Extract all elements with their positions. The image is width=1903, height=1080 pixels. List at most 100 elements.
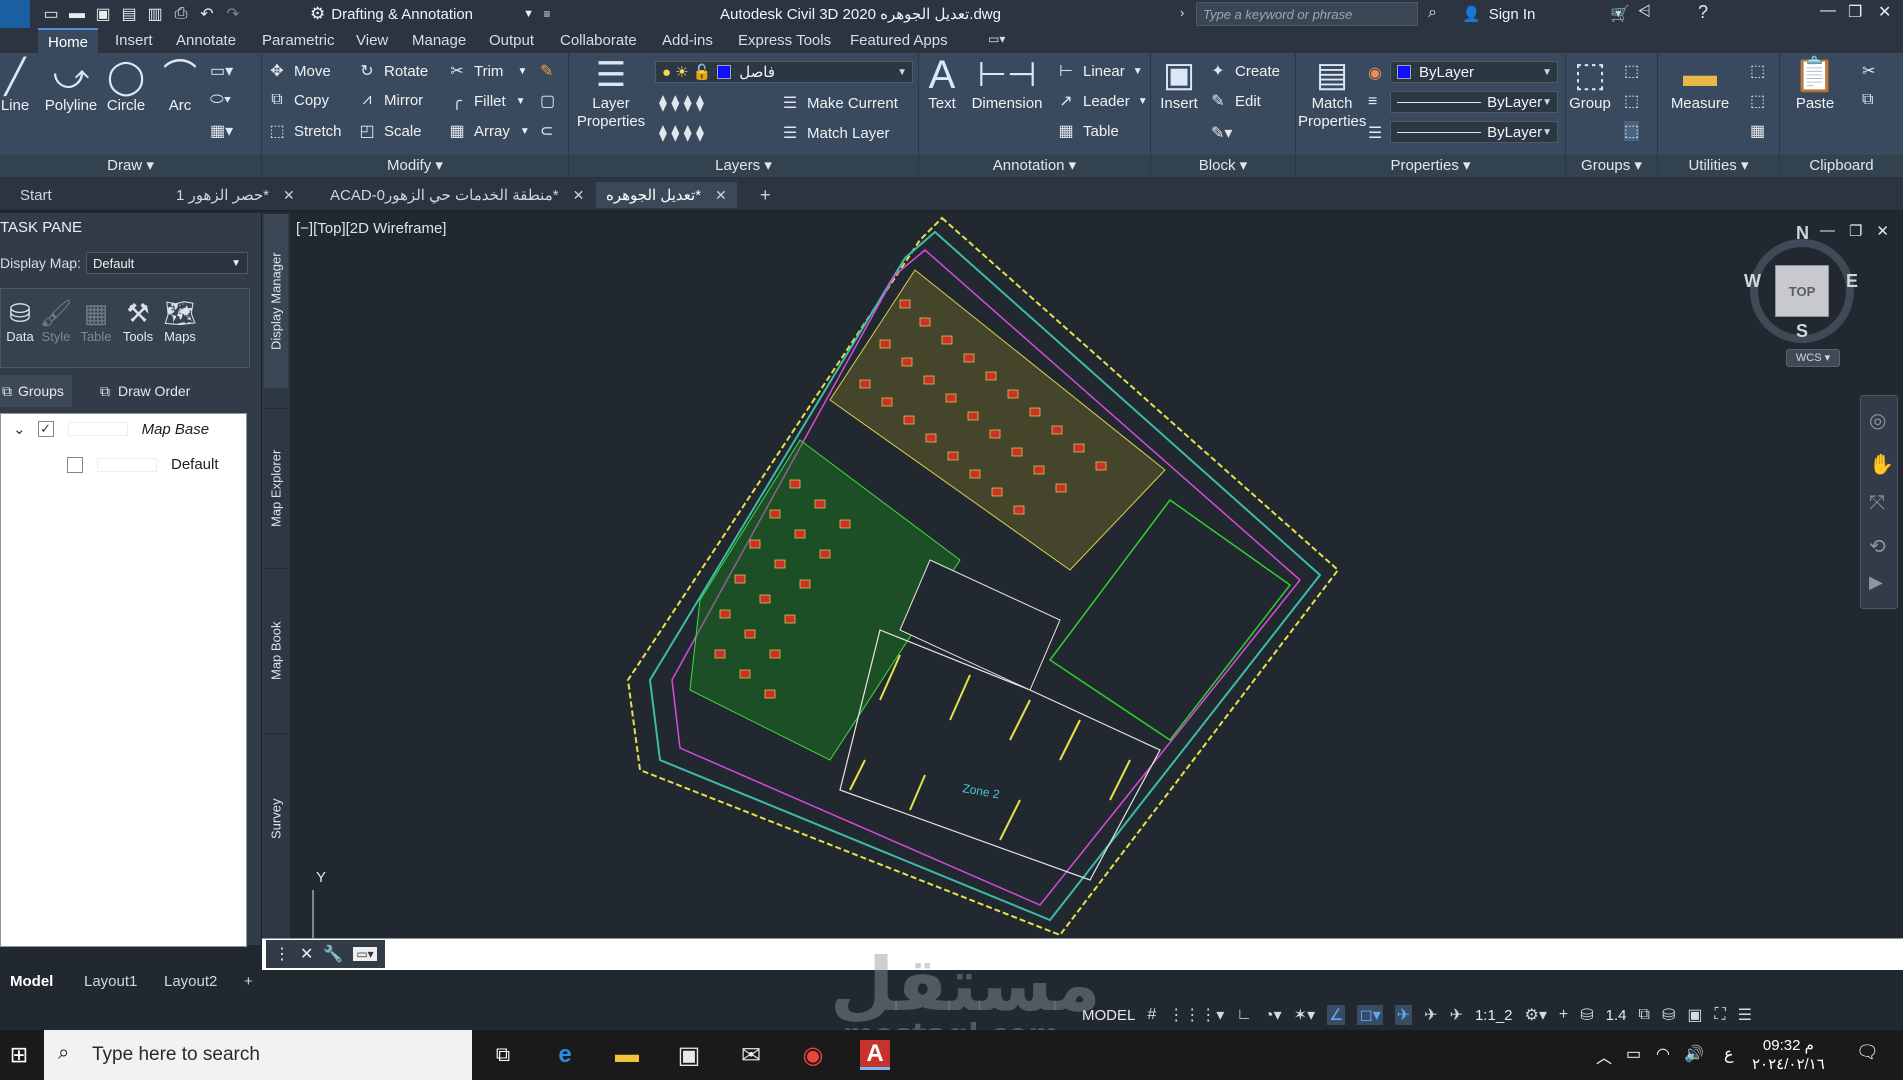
viewport-controls-label[interactable]: [−][Top][2D Wireframe]	[296, 220, 446, 237]
layer-tools-row-1-icon[interactable]: ⧫ ⧫ ⧫ ⧫	[659, 93, 704, 113]
save-as-icon[interactable]: ▤	[118, 4, 140, 24]
select-all-icon[interactable]: ⬚	[1750, 91, 1765, 111]
measure-button[interactable]: ▬ Measure	[1660, 55, 1740, 113]
array-button[interactable]: ▦ Array ▼	[446, 121, 529, 141]
layout-tab-model[interactable]: Model	[10, 973, 53, 990]
side-tab-map-explorer[interactable]: Map Explorer	[264, 408, 288, 568]
battery-icon[interactable]: ▭	[1626, 1044, 1641, 1064]
groups-panel-title[interactable]: Groups ▾	[1566, 155, 1657, 177]
close-tab-icon[interactable]: ✕	[283, 187, 295, 204]
rotate-button[interactable]: ↻ Rotate	[356, 61, 428, 81]
autodesk-a360-icon[interactable]: ⩤	[1638, 3, 1651, 21]
drawing-canvas[interactable]: Zone 2 Y TOP N S E W WCS ▾ ◎ ✋ ⤧ ⟲ ▶	[292, 213, 1903, 938]
tab-insert[interactable]: Insert	[115, 32, 153, 49]
add-layout-icon[interactable]: +	[244, 973, 253, 990]
close-viewport-icon[interactable]: ✕	[1876, 222, 1889, 240]
maps-tool[interactable]: 🗺 Maps	[161, 297, 199, 344]
modify-panel-title[interactable]: Modify ▾	[262, 155, 568, 177]
match-layer-button[interactable]: ☰ Match Layer	[779, 123, 890, 143]
block-panel-title[interactable]: Block ▾	[1151, 155, 1295, 177]
tab-add-ins[interactable]: Add-ins	[662, 32, 713, 49]
side-tab-survey[interactable]: Survey	[264, 733, 288, 903]
input-language[interactable]: ع	[1724, 1044, 1734, 1064]
layer-dropdown[interactable]: ● ☀ 🔓 فاصل ▼	[655, 61, 913, 83]
compass-north[interactable]: N	[1796, 223, 1809, 244]
table-tool[interactable]: ▦ Table	[77, 297, 115, 344]
quick-select-icon[interactable]: ⬚	[1750, 61, 1765, 81]
annotation-scale-icon[interactable]: ✈	[1450, 1005, 1463, 1025]
workspace-gear-icon[interactable]: ⚙▾	[1525, 1005, 1547, 1025]
layer-icon[interactable]: ⛁	[1580, 1005, 1593, 1025]
scale-button[interactable]: ◰ Scale	[356, 121, 421, 141]
customize-quick-access-icon[interactable]: ≡	[536, 4, 558, 24]
doc-tab-start[interactable]: Start	[10, 182, 62, 208]
auto-scale-icon[interactable]: ✈	[1424, 1005, 1437, 1025]
map-base-checkbox[interactable]: ✓	[37, 421, 54, 437]
erase-icon[interactable]: ✎	[540, 61, 553, 81]
doc-tab-1[interactable]: حصر الزهور 1* ✕	[166, 182, 305, 208]
notifications-icon[interactable]: 🗨	[1856, 1042, 1879, 1063]
orbit-icon[interactable]: ⟲	[1869, 534, 1886, 559]
print-icon[interactable]: ⎙	[170, 4, 192, 24]
pan-icon[interactable]: ✋	[1869, 452, 1894, 477]
transparency-icon[interactable]: ⧉	[1639, 1006, 1650, 1024]
isodraft-icon[interactable]: ✶▾	[1294, 1005, 1315, 1025]
ungroup-icon[interactable]: ⬚	[1624, 61, 1639, 81]
zoom-extents-icon[interactable]: ⤧	[1869, 492, 1885, 515]
tab-parametric[interactable]: Parametric	[262, 32, 335, 49]
file-explorer-icon[interactable]: ▬	[612, 1040, 642, 1070]
taskbar-search-input[interactable]: ⌕ Type here to search	[44, 1030, 472, 1080]
paste-button[interactable]: 📋 Paste	[1782, 55, 1848, 113]
trim-button[interactable]: ✂ Trim ▼	[446, 61, 527, 81]
arc-button[interactable]: ⌒ Arc	[160, 57, 200, 115]
tab-home[interactable]: Home	[38, 28, 99, 53]
web-open-icon[interactable]: ▥	[144, 4, 166, 24]
chevron-down-icon[interactable]: ⌄	[13, 420, 26, 438]
autocad-taskbar-icon[interactable]: A	[860, 1040, 890, 1070]
copy-button[interactable]: ⧉ Copy	[266, 91, 329, 109]
task-view-icon[interactable]: ⧉	[488, 1040, 518, 1070]
minimize-viewport-icon[interactable]: —	[1820, 222, 1835, 240]
steering-wheel-icon[interactable]: ◎	[1869, 408, 1886, 433]
linetype-dropdown[interactable]: ByLayer ▼	[1390, 121, 1558, 143]
rectangle-icon[interactable]: ▭▾	[210, 61, 233, 81]
layout-tab-layout2[interactable]: Layout2	[164, 973, 217, 990]
hatch-icon[interactable]: ▦▾	[210, 121, 233, 141]
minimize-icon[interactable]: —	[1820, 2, 1836, 20]
compass-south[interactable]: S	[1796, 321, 1808, 342]
cart-icon[interactable]: 🛒	[1610, 4, 1630, 24]
undo-icon[interactable]: ↶	[196, 4, 218, 24]
restore-icon[interactable]: ❐	[1848, 2, 1862, 22]
default-checkbox[interactable]	[67, 456, 83, 473]
doc-tab-2[interactable]: ACAD-0منطقة الخدمات حي الزهور* ✕	[320, 182, 594, 208]
object-snap-tracking-icon[interactable]: ∠	[1327, 1005, 1346, 1025]
help-search-input[interactable]: Type a keyword or phrase	[1196, 2, 1418, 26]
ortho-icon[interactable]: ∟	[1236, 1006, 1252, 1024]
isolate-icon[interactable]: ⛁	[1662, 1005, 1675, 1025]
line-button[interactable]: ╱ Line	[0, 57, 30, 115]
text-button[interactable]: A Text	[923, 55, 961, 113]
object-snap-icon[interactable]: ◻▾	[1357, 1005, 1383, 1025]
leader-button[interactable]: ↗ Leader ▼	[1055, 91, 1147, 111]
tab-annotate[interactable]: Annotate	[176, 32, 236, 49]
linear-button[interactable]: ⊢ Linear ▼	[1055, 61, 1143, 81]
stretch-button[interactable]: ⬚ Stretch	[266, 121, 341, 141]
edit-block-button[interactable]: ✎ Edit	[1207, 91, 1261, 111]
annotation-visibility-icon[interactable]: ✈	[1394, 1005, 1413, 1025]
hardware-acceleration-icon[interactable]: ▣	[1687, 1005, 1702, 1025]
dimension-button[interactable]: ⊢⊣ Dimension	[965, 55, 1049, 113]
layout-tab-layout1[interactable]: Layout1	[84, 973, 137, 990]
side-tab-display-manager[interactable]: Display Manager	[264, 213, 288, 388]
new-file-icon[interactable]: ▭	[40, 4, 62, 24]
layer-tools-row-2-icon[interactable]: ⧫ ⧫ ⧫ ⧫	[659, 123, 704, 143]
wcs-menu[interactable]: WCS ▾	[1786, 349, 1840, 367]
layer-properties-button[interactable]: ☰ Layer Properties	[573, 55, 649, 131]
tab-output[interactable]: Output	[489, 32, 534, 49]
binoculars-icon[interactable]: ⌕	[1428, 4, 1437, 22]
doc-tab-3[interactable]: تعديل الجوهره* ✕	[596, 182, 737, 208]
circle-button[interactable]: ◯ Circle	[104, 57, 148, 115]
insert-block-button[interactable]: ▣ Insert	[1153, 55, 1205, 113]
fillet-button[interactable]: ╭ Fillet ▼	[446, 91, 525, 111]
plus-icon[interactable]: +	[1559, 1006, 1568, 1024]
workspace-selector[interactable]: ⚙ Drafting & Annotation ▼	[310, 3, 534, 25]
